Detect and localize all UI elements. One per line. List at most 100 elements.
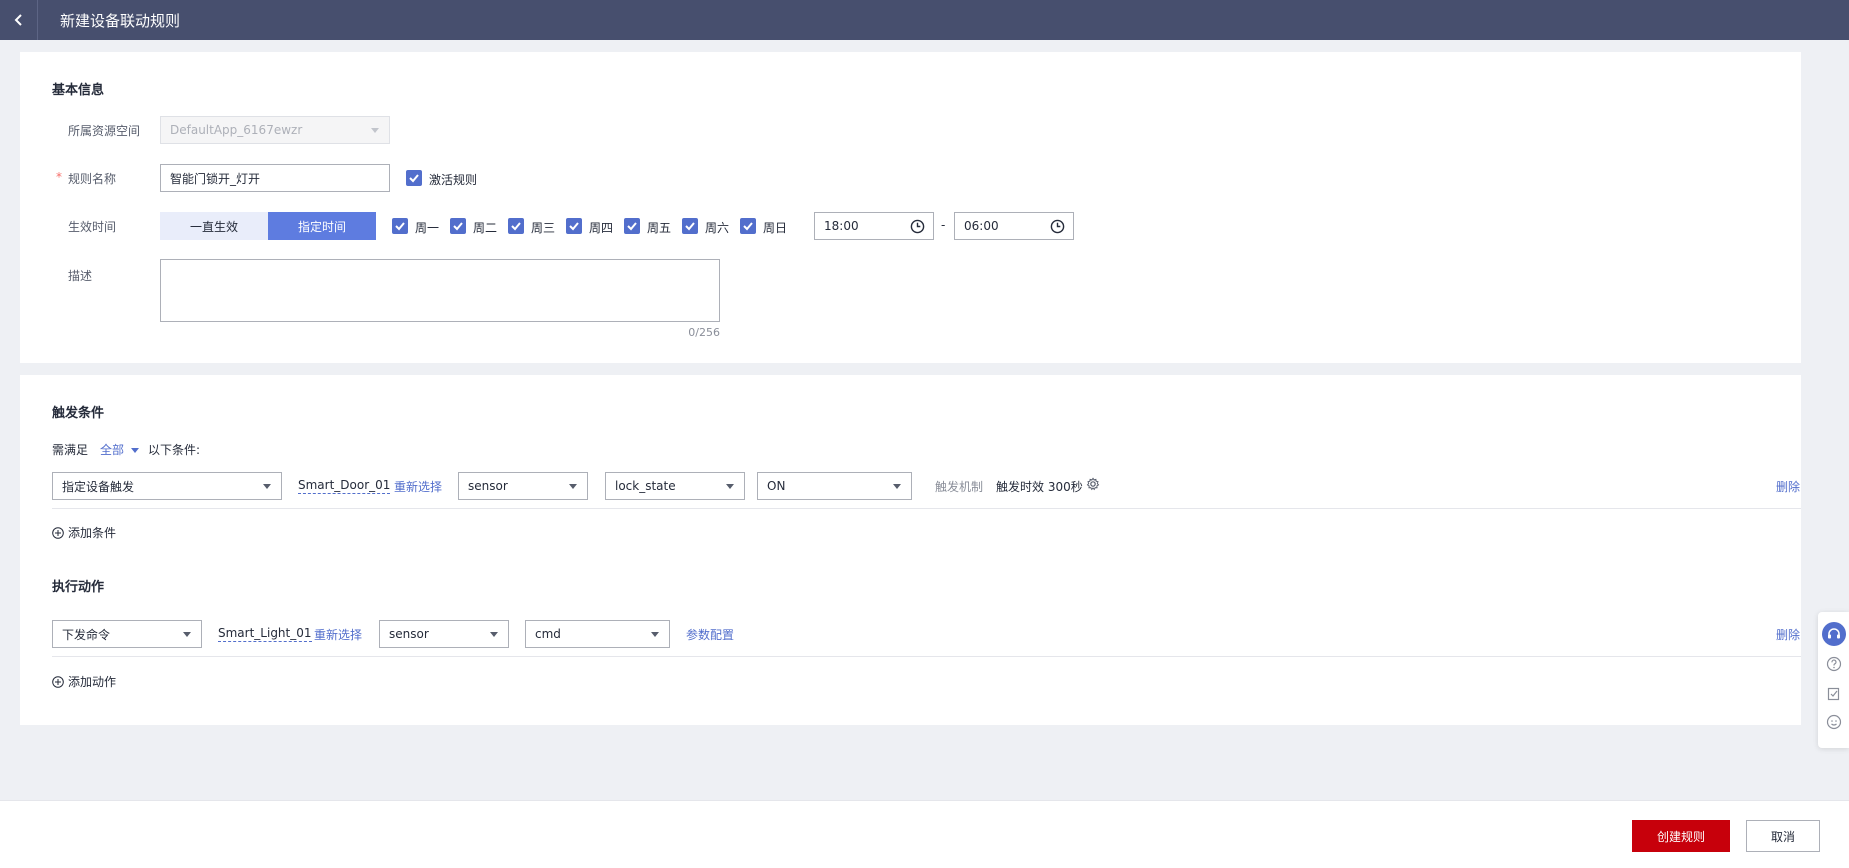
feedback-icon[interactable] xyxy=(1826,686,1842,702)
day-checkbox-thu[interactable] xyxy=(566,218,582,234)
clock-icon xyxy=(910,219,925,234)
day-label-sat: 周六 xyxy=(705,221,730,235)
rule-config-card xyxy=(20,375,1801,725)
add-action-label: 添加动作 xyxy=(68,675,117,689)
action-device-name[interactable]: Smart_Light_01 xyxy=(218,626,312,642)
trigger-value-value: ON xyxy=(767,479,786,493)
activate-rule-label: 激活规则 xyxy=(429,173,478,187)
action-command-select[interactable]: cmd xyxy=(525,620,670,648)
description-label: 描述 xyxy=(68,269,93,283)
check-icon xyxy=(685,222,695,231)
required-mark: * xyxy=(56,170,62,184)
top-bar: 新建设备联动规则 xyxy=(0,0,1849,40)
action-title: 执行动作 xyxy=(52,580,105,595)
always-effective-option[interactable]: 一直生效 xyxy=(160,212,268,240)
chevron-down-icon xyxy=(726,484,734,489)
customer-service-button[interactable] xyxy=(1822,622,1846,646)
day-checkbox-wed[interactable] xyxy=(508,218,524,234)
chevron-down-icon xyxy=(263,484,271,489)
trigger-delete-link[interactable]: 删除 xyxy=(1776,478,1800,495)
trigger-service-select[interactable]: sensor xyxy=(458,472,588,500)
day-label-wed: 周三 xyxy=(531,221,556,235)
trigger-divider xyxy=(52,508,1801,509)
smile-icon[interactable] xyxy=(1826,714,1842,730)
check-icon xyxy=(409,174,419,183)
action-command-value: cmd xyxy=(535,627,561,641)
page-title: 新建设备联动规则 xyxy=(60,11,181,30)
end-time-value: 06:00 xyxy=(964,219,999,233)
action-service-value: sensor xyxy=(389,627,429,641)
trigger-device-name[interactable]: Smart_Door_01 xyxy=(298,478,391,494)
check-icon xyxy=(569,222,579,231)
trigger-property-select[interactable]: lock_state xyxy=(605,472,745,500)
effective-time-label: 生效时间 xyxy=(68,220,117,234)
day-label-fri: 周五 xyxy=(647,221,672,235)
day-checkbox-mon[interactable] xyxy=(392,218,408,234)
description-textarea[interactable] xyxy=(160,259,720,322)
trigger-mode-value: 全部 xyxy=(100,443,125,457)
chevron-down-icon xyxy=(183,632,191,637)
basic-info-title: 基本信息 xyxy=(52,83,105,98)
action-type-select[interactable]: 下发命令 xyxy=(52,620,202,648)
day-checkbox-sun[interactable] xyxy=(740,218,756,234)
trigger-mechanism-value: 触发时效 300秒 xyxy=(996,480,1083,494)
day-label-thu: 周四 xyxy=(589,221,614,235)
check-icon xyxy=(511,222,521,231)
add-condition-button[interactable]: 添加条件 xyxy=(52,524,116,541)
action-params-link[interactable]: 参数配置 xyxy=(686,626,734,643)
action-reselect-link[interactable]: 重新选择 xyxy=(314,626,362,643)
start-time-picker[interactable]: 18:00 xyxy=(814,212,934,240)
trigger-mode-dropdown[interactable]: 全部 xyxy=(100,441,139,458)
add-condition-label: 添加条件 xyxy=(68,526,117,540)
chevron-left-icon xyxy=(14,14,22,26)
chevron-down-icon xyxy=(371,128,379,133)
resource-space-select[interactable]: DefaultApp_6167ewzr xyxy=(160,116,390,144)
specified-time-option[interactable]: 指定时间 xyxy=(268,212,376,240)
trigger-suffix: 以下条件: xyxy=(148,443,201,457)
trigger-mechanism-label: 触发机制 xyxy=(935,480,984,494)
resource-space-value: DefaultApp_6167ewzr xyxy=(170,123,303,137)
chevron-down-icon xyxy=(490,632,498,637)
check-icon xyxy=(453,222,463,231)
start-time-value: 18:00 xyxy=(824,219,859,233)
trigger-service-value: sensor xyxy=(468,479,508,493)
action-service-select[interactable]: sensor xyxy=(379,620,509,648)
add-action-button[interactable]: 添加动作 xyxy=(52,673,116,690)
day-checkbox-tue[interactable] xyxy=(450,218,466,234)
help-icon[interactable] xyxy=(1826,656,1842,672)
day-checkbox-fri[interactable] xyxy=(624,218,640,234)
rule-name-label-text: 规则名称 xyxy=(68,172,117,186)
floating-toolbar xyxy=(1818,612,1849,748)
trigger-prefix: 需满足 xyxy=(52,443,89,457)
end-time-picker[interactable]: 06:00 xyxy=(954,212,1074,240)
plus-circle-icon xyxy=(52,526,64,539)
day-checkbox-sat[interactable] xyxy=(682,218,698,234)
trigger-title: 触发条件 xyxy=(52,406,105,421)
gear-icon[interactable] xyxy=(1086,477,1100,491)
chevron-down-icon xyxy=(569,484,577,489)
check-icon xyxy=(627,222,637,231)
clock-icon xyxy=(1050,219,1065,234)
back-button[interactable] xyxy=(0,0,38,40)
trigger-value-select[interactable]: ON xyxy=(757,472,912,500)
rule-name-input[interactable]: 智能门锁开_灯开 xyxy=(160,164,390,192)
trigger-type-select[interactable]: 指定设备触发 xyxy=(52,472,282,500)
day-label-mon: 周一 xyxy=(415,221,440,235)
trigger-property-value: lock_state xyxy=(615,479,676,493)
cancel-button[interactable]: 取消 xyxy=(1746,820,1820,852)
footer-bar xyxy=(0,800,1849,868)
rule-name-value: 智能门锁开_灯开 xyxy=(170,171,261,186)
headset-icon xyxy=(1828,628,1840,639)
action-type-value: 下发命令 xyxy=(62,627,111,642)
activate-rule-checkbox[interactable] xyxy=(406,170,422,186)
check-icon xyxy=(743,222,753,231)
rule-name-label: * 规则名称 xyxy=(56,170,117,187)
description-counter: 0/256 xyxy=(688,326,720,339)
trigger-reselect-link[interactable]: 重新选择 xyxy=(394,478,442,495)
check-icon xyxy=(395,222,405,231)
chevron-down-icon xyxy=(893,484,901,489)
action-delete-link[interactable]: 删除 xyxy=(1776,626,1800,643)
caret-down-icon xyxy=(130,448,139,453)
create-rule-button[interactable]: 创建规则 xyxy=(1632,820,1730,852)
action-divider xyxy=(52,656,1801,657)
